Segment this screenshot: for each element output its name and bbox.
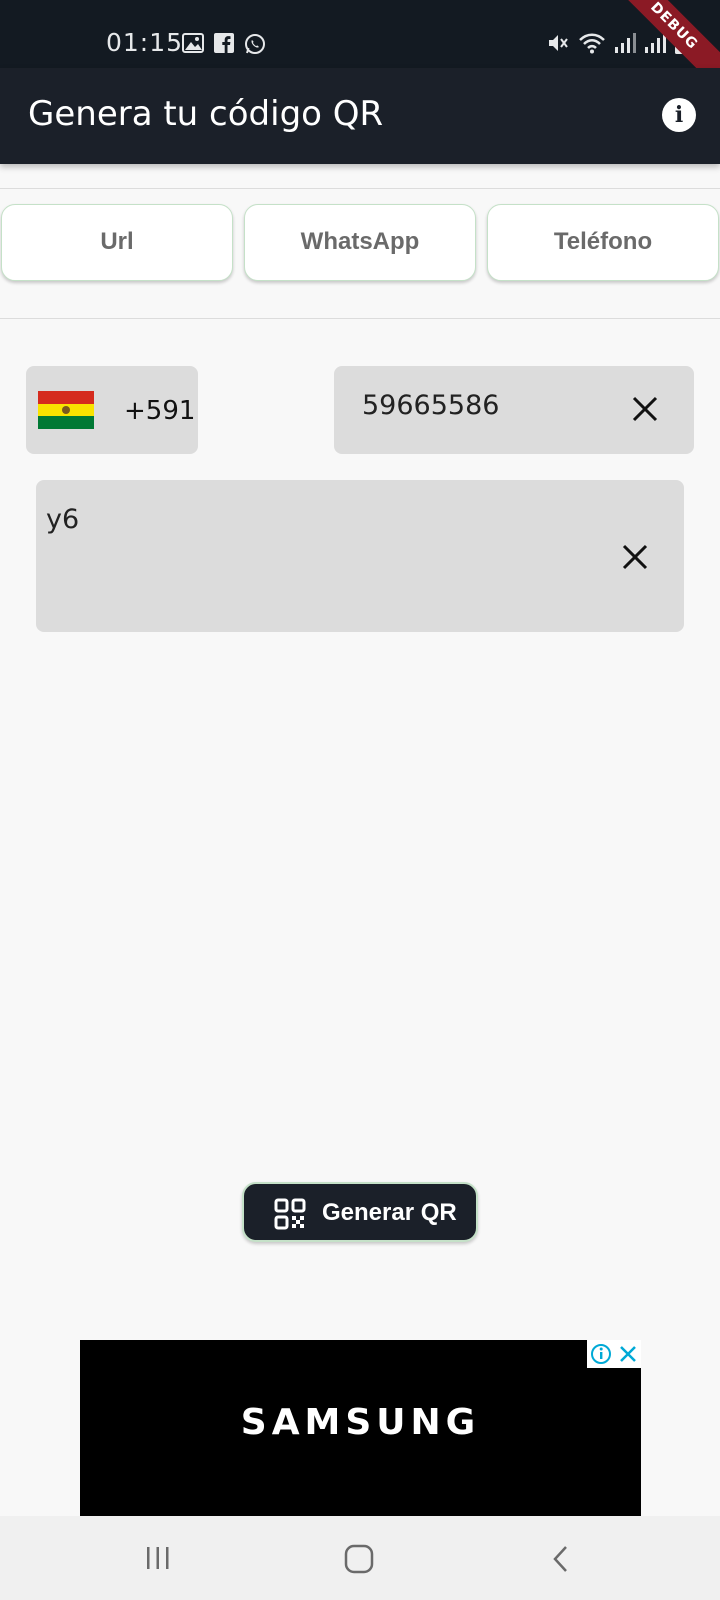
tab-url[interactable]: Url	[1, 204, 233, 281]
status-bar: 01:15	[0, 0, 720, 68]
generate-qr-label: Generar QR	[322, 1199, 457, 1226]
message-value: y6	[46, 504, 80, 535]
phone-field[interactable]: 59665586	[334, 366, 694, 454]
info-icon[interactable]: i	[662, 98, 696, 132]
tab-whatsapp-label: WhatsApp	[300, 228, 420, 255]
tab-whatsapp[interactable]: WhatsApp	[244, 204, 476, 281]
generate-qr-button[interactable]: Generar QR	[242, 1182, 478, 1242]
divider	[0, 188, 720, 189]
tab-telefono[interactable]: Teléfono	[487, 204, 719, 281]
clear-message-icon[interactable]	[620, 542, 650, 572]
image-icon	[182, 33, 204, 53]
divider	[0, 318, 720, 319]
ad-info-icon[interactable]	[590, 1343, 612, 1365]
recent-apps-icon[interactable]	[144, 1544, 172, 1572]
qr-code-icon	[274, 1198, 306, 1230]
facebook-icon	[214, 33, 234, 53]
ad-close-icon[interactable]	[618, 1344, 638, 1364]
page-title: Genera tu código QR	[28, 94, 384, 134]
back-icon[interactable]	[550, 1544, 572, 1574]
message-field[interactable]: y6	[36, 480, 684, 632]
app-bar: Genera tu código QR i	[0, 68, 720, 164]
ad-brand-logo: SAMSUNG	[240, 1402, 481, 1443]
dial-code: +591	[124, 396, 196, 426]
tab-url-label: Url	[100, 228, 134, 255]
home-icon[interactable]	[344, 1544, 374, 1574]
mute-icon	[549, 35, 568, 51]
whatsapp-icon	[245, 34, 265, 54]
phone-value: 59665586	[362, 390, 500, 421]
tab-telefono-label: Teléfono	[553, 228, 653, 255]
signal-icon	[615, 33, 636, 53]
wifi-icon	[579, 33, 605, 54]
ad-banner[interactable]: SAMSUNG	[80, 1340, 641, 1516]
status-time: 01:15	[106, 28, 184, 57]
country-code-picker[interactable]: +591	[26, 366, 198, 454]
navigation-bar	[0, 1516, 720, 1600]
clear-phone-icon[interactable]	[630, 394, 660, 424]
ad-controls[interactable]	[587, 1340, 641, 1368]
bolivia-flag-icon	[38, 391, 94, 429]
